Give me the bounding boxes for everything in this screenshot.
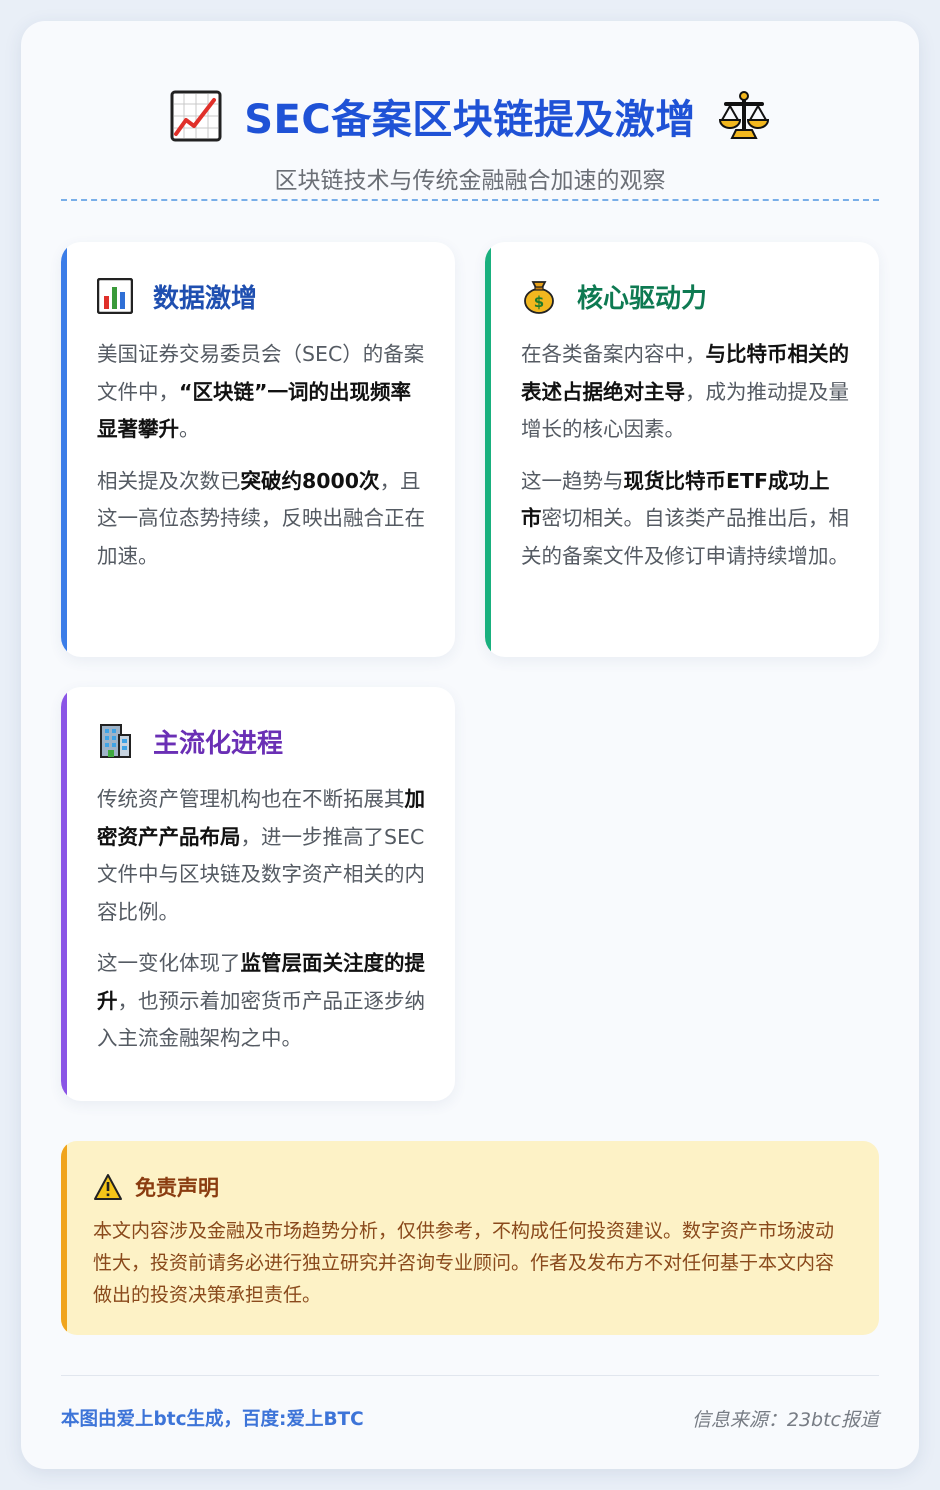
card-paragraph: 在各类备案内容中，与比特币相关的表述占据绝对主导，成为推动提及量增长的核心因素。 — [521, 336, 849, 449]
money-bag-icon: $ — [524, 281, 554, 314]
body-text: 密切相关。自该类产品推出后，相关的备案文件及修订申请持续增加。 — [521, 506, 849, 568]
card-core-driver: $ 核心驱动力 在各类备案内容中，与比特币相关的表述占据绝对主导，成为推动提及量… — [485, 242, 879, 657]
body-text: 传统资产管理机构也在不断拓展其 — [97, 787, 405, 811]
card-data-surge: 数据激增 美国证券交易委员会（SEC）的备案文件中，“区块链”一词的出现频率显著… — [61, 242, 455, 657]
card-title: 核心驱动力 — [577, 283, 708, 314]
chart-increasing-icon — [170, 90, 222, 142]
footer-credit: 本图由爱上btc生成，百度:爱上BTC — [61, 1409, 364, 1430]
warning-icon — [94, 1174, 122, 1200]
card-paragraph: 美国证券交易委员会（SEC）的备案文件中，“区块链”一词的出现频率显著攀升。 — [97, 336, 425, 449]
balance-scale-icon — [718, 91, 769, 139]
header: SEC备案区块链提及激增 — [21, 87, 919, 145]
page-card: SEC备案区块链提及激增 区块链技术与传统金融融合加速的观察 数据激增 美国证券… — [21, 21, 919, 1469]
card-title: 数据激增 — [153, 283, 258, 314]
svg-text:$: $ — [534, 293, 544, 311]
card-mainstream-process: 主流化进程 传统资产管理机构也在不断拓展其加密资产产品布局，进一步推高了SEC文… — [61, 687, 455, 1101]
header-divider — [61, 199, 879, 201]
body-text: ，也预示着加密货币产品正逐步纳入主流金融架构之中。 — [97, 988, 425, 1051]
disclaimer-text: 本文内容涉及金融及市场趋势分析，仅供参考，不构成任何投资建议。数字资产市场波动性… — [93, 1220, 835, 1306]
page-subtitle: 区块链技术与传统金融融合加速的观察 — [274, 168, 666, 194]
disclaimer-title: 免责声明 — [135, 1176, 219, 1200]
card-paragraph: 相关提及次数已突破约8000次，且这一高位态势持续，反映出融合正在加速。 — [97, 463, 425, 576]
page-title: SEC备案区块链提及激增 — [244, 97, 696, 143]
footer-divider — [61, 1375, 879, 1376]
card-paragraph: 传统资产管理机构也在不断拓展其加密资产产品布局，进一步推高了SEC文件中与区块链… — [97, 781, 425, 931]
office-building-icon — [100, 724, 131, 758]
disclaimer-box: 免责声明 本文内容涉及金融及市场趋势分析，仅供参考，不构成任何投资建议。数字资产… — [61, 1141, 879, 1335]
body-text: 。 — [179, 417, 200, 441]
body-text: 这一变化体现了 — [97, 951, 241, 975]
card-paragraph: 这一变化体现了监管层面关注度的提升，也预示着加密货币产品正逐步纳入主流金融架构之… — [97, 945, 425, 1058]
card-title: 主流化进程 — [153, 728, 284, 759]
card-paragraph: 这一趋势与现货比特币ETF成功上市密切相关。自该类产品推出后，相关的备案文件及修… — [521, 463, 849, 576]
bar-chart-icon — [97, 278, 133, 314]
footer-source: 信息来源：23btc报道 — [691, 1409, 879, 1431]
highlight-text: 突破约8000次 — [240, 468, 380, 493]
body-text: 这一趋势与 — [521, 468, 624, 493]
body-text: 相关提及次数已 — [97, 468, 241, 493]
body-text: 在各类备案内容中， — [521, 342, 706, 366]
